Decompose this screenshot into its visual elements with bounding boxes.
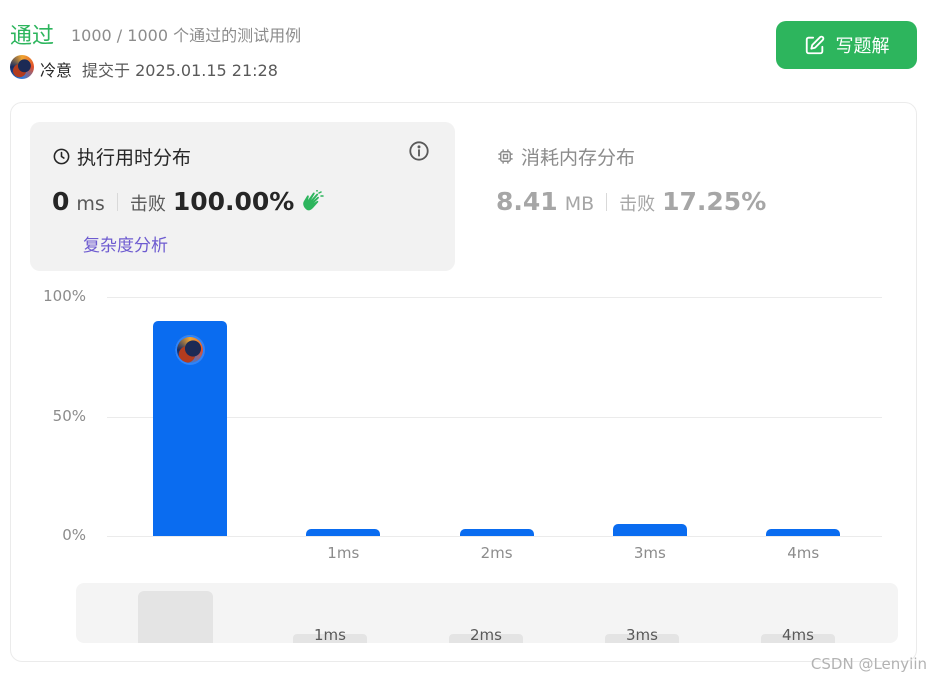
submission-time: 提交于 2025.01.15 21:28 xyxy=(82,61,278,80)
chart-bar[interactable] xyxy=(459,528,534,536)
navigator-label: 4ms xyxy=(782,626,814,643)
memory-tab[interactable]: 消耗内存分布 xyxy=(496,143,635,170)
gridline xyxy=(107,536,882,537)
info-icon[interactable] xyxy=(408,140,430,162)
runtime-title-text: 执行用时分布 xyxy=(77,147,192,169)
gridline xyxy=(107,297,882,298)
chart-bar[interactable] xyxy=(306,528,381,536)
status-label: 通过 xyxy=(10,24,55,49)
x-tick-label: 3ms xyxy=(633,544,666,562)
clap-icon xyxy=(303,189,325,210)
write-solution-label: 写题解 xyxy=(835,36,890,57)
divider xyxy=(116,192,118,211)
x-tick-label: 4ms xyxy=(787,544,820,562)
x-tick-label: 1ms xyxy=(327,544,360,562)
memory-metric: 8.41 MB 击败 17.25% xyxy=(496,187,766,216)
y-tick-label: 100% xyxy=(43,287,86,305)
navigator-label: 1ms xyxy=(314,626,346,643)
complexity-analysis-link[interactable]: 复杂度分析 xyxy=(83,231,168,256)
user-position-avatar xyxy=(175,334,205,365)
runtime-metric: 0 ms 击败 100.00% xyxy=(52,187,325,216)
runtime-title: 执行用时分布 xyxy=(52,143,191,170)
memory-beat-value: 17.25% xyxy=(662,187,767,216)
watermark: CSDN @Lenyiin xyxy=(810,655,927,673)
memory-unit: MB xyxy=(564,193,595,215)
navigator-window[interactable] xyxy=(138,591,213,643)
memory-beat-label: 击败 xyxy=(619,194,656,215)
username-link[interactable]: 冷意 xyxy=(40,57,72,81)
y-tick-label: 0% xyxy=(62,526,86,544)
memory-value: 8.41 xyxy=(496,187,558,216)
x-tick-label: 2ms xyxy=(480,544,513,562)
user-avatar[interactable] xyxy=(10,55,34,79)
chip-icon xyxy=(498,149,513,164)
test-cases-summary: 1000 / 1000 个通过的测试用例 xyxy=(71,26,302,45)
chart-bar[interactable] xyxy=(766,528,841,536)
runtime-value: 0 xyxy=(52,187,70,216)
clock-icon xyxy=(53,148,70,165)
edit-icon xyxy=(805,35,824,55)
runtime-beat-value: 100.00% xyxy=(172,187,295,216)
chart-navigator[interactable]: 1ms 2ms 3ms 4ms xyxy=(76,583,898,643)
navigator-label: 2ms xyxy=(470,626,502,643)
runtime-beat-label: 击败 xyxy=(129,194,166,215)
write-solution-button[interactable]: 写题解 xyxy=(776,21,917,69)
chart-bar[interactable] xyxy=(612,524,687,536)
divider xyxy=(606,192,608,211)
navigator-label: 3ms xyxy=(626,626,658,643)
y-tick-label: 50% xyxy=(52,406,86,425)
memory-title-text: 消耗内存分布 xyxy=(521,147,636,169)
runtime-unit: ms xyxy=(76,193,105,215)
